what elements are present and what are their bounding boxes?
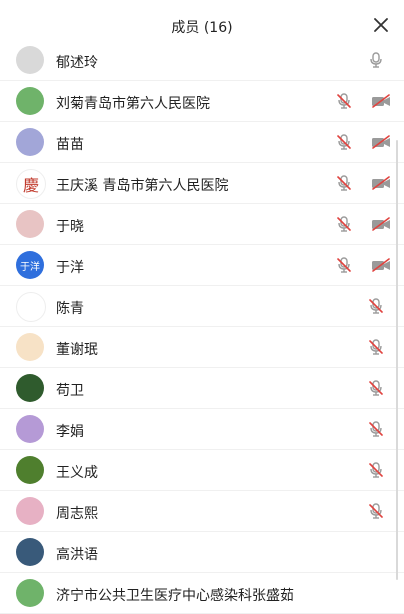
mic-icon[interactable]	[366, 50, 386, 70]
member-row[interactable]: 陈青	[0, 286, 404, 327]
member-row[interactable]: 于洋 于洋	[0, 245, 404, 286]
muted-mic-icon[interactable]	[334, 132, 354, 152]
muted-mic-icon[interactable]	[366, 378, 386, 398]
member-row[interactable]: 董谢珉	[0, 327, 404, 368]
member-row[interactable]: 济宁市公共卫生医疗中心感染科张盛茹	[0, 573, 404, 614]
member-name: 陈青	[56, 301, 84, 317]
member-row[interactable]: 王义成	[0, 450, 404, 491]
muted-mic-icon[interactable]	[334, 173, 354, 193]
member-row[interactable]: 慶王庆溪 青岛市第六人民医院	[0, 163, 404, 204]
muted-mic-icon[interactable]	[366, 419, 386, 439]
member-name: 郁述玲	[56, 55, 98, 71]
muted-mic-icon[interactable]	[334, 255, 354, 275]
member-row[interactable]: 郁述玲	[0, 40, 404, 81]
panel-title: 成员 (16)	[171, 20, 233, 36]
avatar	[16, 292, 46, 322]
member-name: 济宁市公共卫生医疗中心感染科张盛茹	[56, 588, 294, 604]
avatar	[16, 497, 44, 525]
members-panel: 成员 (16) 郁述玲 刘菊青岛市第六人民医院 苗苗慶王庆溪 青岛市第六人民医院 于晓…	[0, 0, 404, 614]
member-row[interactable]: 李娟	[0, 409, 404, 450]
member-row[interactable]: 高洪语	[0, 532, 404, 573]
member-row[interactable]: 苟卫	[0, 368, 404, 409]
member-name: 高洪语	[56, 547, 98, 563]
scrollbar[interactable]	[396, 140, 398, 580]
member-name: 王义成	[56, 465, 98, 481]
member-name: 李娟	[56, 424, 84, 440]
muted-mic-icon[interactable]	[366, 501, 386, 521]
avatar: 慶	[16, 169, 46, 199]
avatar	[16, 87, 44, 115]
member-row[interactable]: 苗苗	[0, 122, 404, 163]
avatar	[16, 210, 44, 238]
member-row[interactable]: 刘菊青岛市第六人民医院	[0, 81, 404, 122]
member-name: 于洋	[56, 260, 84, 276]
camera-off-icon[interactable]	[370, 91, 390, 111]
muted-mic-icon[interactable]	[366, 460, 386, 480]
member-list: 郁述玲 刘菊青岛市第六人民医院 苗苗慶王庆溪 青岛市第六人民医院 于晓 于洋 于洋 陈青 董谢…	[0, 40, 404, 614]
member-row[interactable]: 于晓	[0, 204, 404, 245]
avatar	[16, 46, 44, 74]
member-row[interactable]: 周志熙	[0, 491, 404, 532]
muted-mic-icon[interactable]	[334, 91, 354, 111]
member-name: 于晓	[56, 219, 84, 235]
camera-off-icon[interactable]	[370, 173, 390, 193]
member-name: 苟卫	[56, 383, 84, 399]
avatar	[16, 333, 44, 361]
member-name: 王庆溪 青岛市第六人民医院	[56, 178, 229, 194]
avatar	[16, 538, 44, 566]
avatar	[16, 456, 44, 484]
camera-off-icon[interactable]	[370, 214, 390, 234]
member-name: 周志熙	[56, 506, 98, 522]
muted-mic-icon[interactable]	[366, 337, 386, 357]
avatar	[16, 128, 44, 156]
member-name: 苗苗	[56, 137, 84, 153]
camera-off-icon[interactable]	[370, 255, 390, 275]
avatar	[16, 374, 44, 402]
member-name: 董谢珉	[56, 342, 98, 358]
camera-off-icon[interactable]	[370, 132, 390, 152]
avatar	[16, 579, 44, 607]
close-icon[interactable]	[374, 18, 388, 32]
muted-mic-icon[interactable]	[334, 214, 354, 234]
muted-mic-icon[interactable]	[366, 296, 386, 316]
avatar	[16, 415, 44, 443]
member-name: 刘菊青岛市第六人民医院	[56, 96, 210, 112]
avatar: 于洋	[16, 251, 44, 279]
